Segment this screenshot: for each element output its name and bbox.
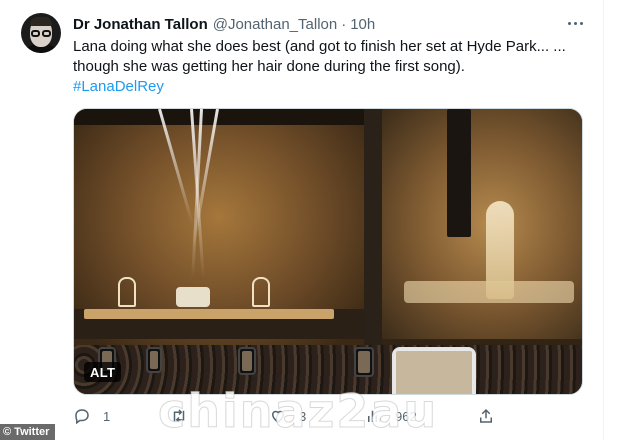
- tweet-text: Lana doing what she does best (and got t…: [73, 37, 593, 97]
- hashtag-link[interactable]: #LanaDelRey: [73, 78, 164, 95]
- reply-count: 1: [103, 408, 111, 424]
- reply-button[interactable]: 1: [73, 404, 110, 428]
- watermark: chinaz2au: [157, 384, 439, 439]
- more-icon[interactable]: [564, 13, 586, 33]
- tweet-text-line: Lana doing what she does best (and got t…: [73, 38, 566, 55]
- separator-dot: ·: [341, 15, 347, 33]
- tweet-header: Dr Jonathan Tallon @Jonathan_Tallon · 10…: [73, 14, 375, 34]
- alt-text-badge[interactable]: ALT: [84, 362, 122, 382]
- divider: [603, 0, 604, 440]
- tweet: Dr Jonathan Tallon @Jonathan_Tallon · 10…: [0, 0, 634, 440]
- timestamp[interactable]: 10h: [350, 16, 375, 33]
- tweet-media-image[interactable]: [73, 108, 583, 395]
- share-button[interactable]: [477, 404, 495, 428]
- author-name[interactable]: Dr Jonathan Tallon: [73, 16, 208, 33]
- avatar[interactable]: [21, 13, 61, 53]
- tweet-text-line: though she was getting her hair done dur…: [73, 58, 465, 75]
- author-handle[interactable]: @Jonathan_Tallon: [213, 16, 337, 33]
- speaker-stack: [447, 109, 471, 237]
- performer: [486, 201, 514, 299]
- reply-icon: [75, 409, 89, 425]
- video-screen: [382, 109, 582, 339]
- share-icon: [480, 408, 492, 423]
- image-credit: © Twitter: [0, 424, 56, 440]
